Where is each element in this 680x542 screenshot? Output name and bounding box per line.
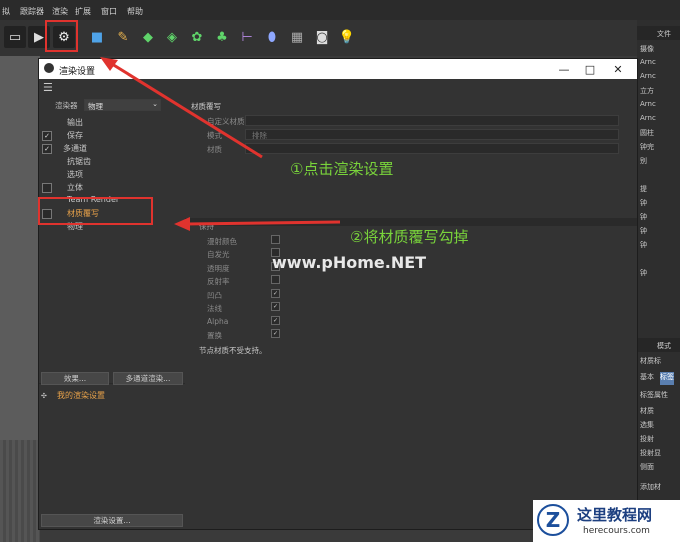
annotation-step2: ②将材质覆写勾掉: [350, 228, 469, 246]
arrow-line-2: [187, 220, 341, 226]
logo-url: herecours.com: [583, 526, 650, 536]
arrow-head-2: [174, 217, 190, 231]
watermark: www.pHome.NET: [272, 253, 427, 272]
arrow-line-1: [111, 62, 263, 159]
arrow-head-1: [100, 57, 118, 71]
logo-z-icon: Z: [537, 504, 569, 536]
annotation-step1: ①点击渲染设置: [290, 160, 394, 178]
site-logo: Z 这里教程网 herecours.com: [533, 500, 680, 542]
logo-title: 这里教程网: [577, 506, 653, 524]
